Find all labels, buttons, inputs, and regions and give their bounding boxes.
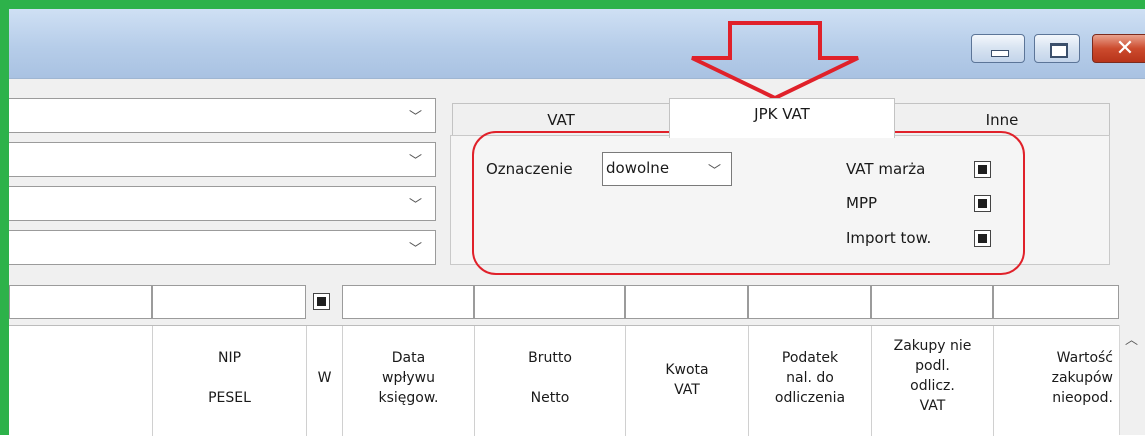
- vertical-scrollbar[interactable]: ︿: [1119, 325, 1145, 435]
- tab-jpk-vat[interactable]: JPK VAT: [669, 98, 895, 138]
- filter-w-checkbox[interactable]: [313, 293, 330, 310]
- header-line: NIP: [217, 350, 242, 366]
- mpp-checkbox[interactable]: [974, 195, 991, 212]
- header-line: VAT: [919, 398, 946, 414]
- maximize-icon: [1050, 43, 1068, 58]
- tab-label: JPK VAT: [754, 105, 810, 123]
- header-line: Brutto: [528, 350, 572, 366]
- tab-control: VAT JPK VAT Inne: [447, 98, 1111, 268]
- tab-inne[interactable]: Inne: [894, 103, 1110, 136]
- maximize-button[interactable]: [1034, 34, 1080, 63]
- tab-vat[interactable]: VAT: [452, 103, 670, 136]
- column-header-podatek[interactable]: Podatek nal. do odliczenia: [748, 326, 871, 436]
- import-tow-checkbox[interactable]: [974, 230, 991, 247]
- tab-label: Inne: [985, 111, 1019, 129]
- chevron-up-icon[interactable]: ︿: [1125, 329, 1138, 348]
- oznaczenie-select[interactable]: dowolne ﹀: [602, 152, 732, 186]
- data-grid-header: NIP PESEL W Data wpływu księgow. Brutto …: [9, 325, 1119, 436]
- filter-cell-wartosc[interactable]: [993, 285, 1119, 319]
- header-line: podl.: [915, 358, 950, 374]
- filter-cell-brutto[interactable]: [474, 285, 625, 319]
- filter-cell-kwota[interactable]: [625, 285, 748, 319]
- header-line: Wartość: [1056, 350, 1113, 366]
- filter-cell-podatek[interactable]: [748, 285, 871, 319]
- filter-cell[interactable]: [9, 285, 152, 319]
- header-line: zakupów: [1051, 370, 1113, 386]
- header-line: księgow.: [378, 390, 439, 406]
- header-line: wpływu: [382, 370, 435, 386]
- oznaczenie-label: Oznaczenie: [486, 160, 573, 178]
- header-line: Netto: [530, 390, 570, 406]
- filter-combo-4[interactable]: ﹀: [9, 230, 436, 265]
- header-line: [475, 368, 625, 388]
- header-line: VAT: [674, 382, 700, 398]
- filter-cell-nip[interactable]: [152, 285, 306, 319]
- column-filter-row: [9, 285, 1119, 319]
- filter-cell-data[interactable]: [342, 285, 474, 319]
- red-down-arrow-icon: [691, 21, 859, 101]
- mpp-label: MPP: [846, 194, 878, 212]
- frame-border-top: [0, 0, 1145, 9]
- oznaczenie-value: dowolne: [606, 159, 670, 177]
- filter-cell-zakupy[interactable]: [871, 285, 993, 319]
- header-line: Kwota: [665, 362, 709, 378]
- header-line: nieopod.: [1052, 390, 1113, 406]
- chevron-down-icon: ﹀: [409, 242, 423, 257]
- filter-combo-1[interactable]: ﹀: [9, 98, 436, 133]
- header-line: Podatek: [781, 350, 839, 366]
- filter-combo-3[interactable]: ﹀: [9, 186, 436, 221]
- header-line: [153, 368, 306, 388]
- header-line: Data: [391, 350, 426, 366]
- header-line: PESEL: [208, 390, 251, 406]
- header-line: odliczenia: [774, 390, 846, 406]
- column-header-w[interactable]: W: [306, 326, 342, 436]
- app-window: ✕ ﹀ ﹀ ﹀ ﹀ VAT JPK VAT Inne Oznaczenie do…: [0, 0, 1145, 436]
- minimize-button[interactable]: [971, 34, 1025, 63]
- header-line: Zakupy nie: [893, 338, 972, 354]
- column-header-data[interactable]: Data wpływu księgow.: [342, 326, 474, 436]
- minimize-icon: [991, 50, 1009, 57]
- chevron-down-icon: ﹀: [409, 198, 423, 213]
- header-line: odlicz.: [910, 378, 955, 394]
- column-header-nip[interactable]: NIP PESEL: [152, 326, 306, 436]
- title-bar: ✕: [9, 9, 1145, 79]
- close-icon: ✕: [1115, 36, 1135, 61]
- chevron-down-icon: ﹀: [409, 154, 423, 169]
- filter-combo-2[interactable]: ﹀: [9, 142, 436, 177]
- chevron-down-icon: ﹀: [409, 110, 423, 125]
- column-header-kwota[interactable]: Kwota VAT: [625, 326, 748, 436]
- column-header-brutto[interactable]: Brutto Netto: [474, 326, 625, 436]
- close-button[interactable]: ✕: [1092, 34, 1145, 63]
- vat-marza-checkbox[interactable]: [974, 161, 991, 178]
- import-tow-label: Import tow.: [846, 229, 932, 247]
- header-line: nal. do: [786, 370, 834, 386]
- tab-content: [450, 135, 1110, 265]
- column-header-wartosc[interactable]: Wartość zakupów nieopod.: [993, 326, 1119, 436]
- column-header-zakupy[interactable]: Zakupy nie podl. odlicz. VAT: [871, 326, 993, 436]
- column-header[interactable]: [9, 326, 152, 436]
- tab-label: VAT: [547, 111, 575, 129]
- chevron-down-icon: ﹀: [707, 164, 721, 179]
- header-line: W: [317, 370, 332, 386]
- frame-border-left: [0, 0, 9, 435]
- vat-marza-label: VAT marża: [846, 160, 926, 178]
